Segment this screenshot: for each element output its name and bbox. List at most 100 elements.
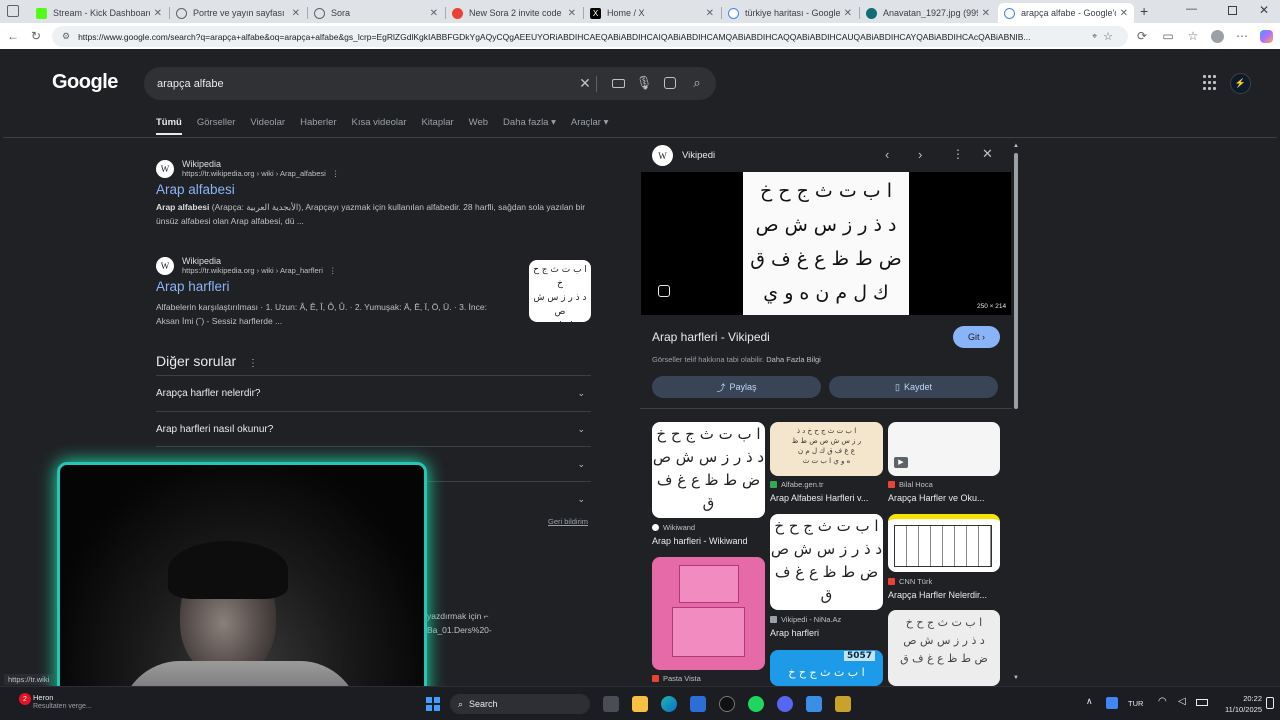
more-options-icon[interactable]: ⋮ bbox=[952, 147, 964, 161]
split-view-icon[interactable]: ▭ bbox=[1160, 28, 1176, 44]
related-title[interactable]: Arap harfleri - Wikiwand bbox=[652, 536, 765, 546]
paa-question[interactable]: Arapça harfler nelerdir? ⌄ bbox=[156, 375, 591, 410]
related-image-thumbnail[interactable]: ا ب ت ث ج ح خد ذ ر ز س ش صض ط ظ ع غ ف ق bbox=[888, 610, 1000, 686]
edge-icon[interactable] bbox=[661, 696, 677, 712]
tab-images[interactable]: Görseller bbox=[197, 117, 236, 135]
tab-news[interactable]: Haberler bbox=[300, 117, 336, 135]
related-title[interactable]: Arapça Harfler ve Oku... bbox=[888, 493, 1000, 503]
close-icon[interactable]: ✕ bbox=[154, 8, 162, 19]
result-url[interactable]: https://tr.wikipedia.org › wiki › Arap_h… bbox=[182, 266, 336, 275]
related-image-thumbnail[interactable] bbox=[888, 514, 1000, 572]
back-arrow-icon[interactable]: ← bbox=[5, 28, 21, 44]
next-arrow-icon[interactable]: › bbox=[918, 147, 922, 162]
prev-arrow-icon[interactable]: ‹ bbox=[885, 147, 889, 162]
related-image-thumbnail[interactable]: ▶ bbox=[888, 422, 1000, 476]
tab-web[interactable]: Web bbox=[469, 117, 488, 135]
related-image-thumbnail[interactable]: 5057 ا ب ت ث ج ح خ bbox=[770, 650, 883, 686]
tab-actions-icon[interactable] bbox=[7, 5, 19, 17]
related-image-thumbnail[interactable]: ا ب ت ث ج ح خد ذ ر ز س ش صض ط ظ ع غ ف قك… bbox=[770, 514, 883, 610]
obs-icon[interactable] bbox=[719, 696, 735, 712]
close-icon[interactable]: ✕ bbox=[982, 8, 990, 19]
more-options-icon[interactable]: ⋮ bbox=[248, 358, 258, 369]
panel-title[interactable]: Arap harfleri - Vikipedi bbox=[652, 330, 770, 344]
profile-icon[interactable] bbox=[1209, 28, 1225, 44]
avatar[interactable]: ⚡ bbox=[1230, 73, 1251, 94]
store-icon[interactable] bbox=[690, 696, 706, 712]
browser-tab-kick[interactable]: Stream - Kick Dashboard ✕ bbox=[30, 3, 168, 23]
share-button[interactable]: ⤴ Paylaş bbox=[652, 376, 821, 398]
browser-tab-portre[interactable]: Portre ve yayın sayfası ✕ bbox=[170, 3, 306, 23]
related-image-thumbnail[interactable]: ا ب ت ث ج ح خد ذ ر ز س ش صض ط ظ ع غ ف قك… bbox=[652, 422, 765, 518]
new-tab-button[interactable]: + bbox=[1140, 3, 1148, 19]
lens-search-icon[interactable] bbox=[658, 285, 670, 297]
related-title[interactable]: Arap Alfabesi Harfleri v... bbox=[770, 493, 883, 503]
result-title-link[interactable]: Arap alfabesi bbox=[156, 182, 596, 197]
browser-tab-x[interactable]: X Home / X ✕ bbox=[584, 3, 720, 23]
site-info-icon[interactable]: ⚙ bbox=[62, 31, 70, 42]
menu-dots-icon[interactable]: ⋯ bbox=[1234, 28, 1250, 44]
keyboard-icon[interactable] bbox=[610, 75, 626, 91]
search-icon[interactable]: ⌕ bbox=[689, 75, 705, 91]
tab-short-videos[interactable]: Kısa videolar bbox=[352, 117, 407, 135]
notification-icon[interactable] bbox=[1266, 697, 1274, 709]
close-icon[interactable]: ✕ bbox=[982, 146, 993, 162]
scrollbar[interactable]: ▲ ▼ bbox=[1013, 143, 1019, 683]
clock[interactable]: 20:22 11/10/2025 bbox=[1222, 693, 1262, 715]
result-url[interactable]: https://tr.wikipedia.org › wiki › Arap_a… bbox=[182, 169, 339, 178]
weather-widget[interactable]: 2 Heron Resultaten verge... bbox=[17, 693, 117, 717]
save-button[interactable]: ▯ Kaydet bbox=[829, 376, 998, 398]
taskbar-search-box[interactable]: ⌕ Search bbox=[450, 694, 590, 714]
close-icon[interactable]: ✕ bbox=[844, 8, 852, 19]
close-icon[interactable]: ✕ bbox=[706, 8, 714, 19]
app-icon[interactable] bbox=[835, 696, 851, 712]
restore-button[interactable] bbox=[1228, 6, 1237, 15]
close-window-button[interactable]: ✕ bbox=[1259, 3, 1269, 17]
windows-start-icon[interactable] bbox=[426, 697, 440, 711]
close-icon[interactable]: ✕ bbox=[430, 8, 438, 19]
browser-tab-anavatan[interactable]: Anavatan_1927.jpg (9999×... ✕ bbox=[860, 3, 996, 23]
tab-tools[interactable]: Araçlar ▾ bbox=[571, 117, 609, 135]
minimize-button[interactable]: — bbox=[1186, 3, 1197, 15]
bookmark-star-icon[interactable]: ☆ bbox=[1103, 30, 1113, 43]
close-icon[interactable]: ✕ bbox=[568, 8, 576, 19]
related-title[interactable]: Arapça Harfler Nelerdir... bbox=[888, 590, 1000, 600]
microphone-icon[interactable]: 🎙 bbox=[636, 75, 653, 91]
preview-image[interactable]: ا ب ت ث ج ح خ د ذ ر ز س ش ص ض ط ظ ع غ ف … bbox=[641, 172, 1011, 315]
tab-books[interactable]: Kitaplar bbox=[421, 117, 453, 135]
close-icon[interactable]: ✕ bbox=[1120, 8, 1128, 19]
go-button[interactable]: Git › bbox=[953, 326, 1000, 348]
favorites-icon[interactable]: ☆ bbox=[1185, 28, 1201, 44]
tab-more[interactable]: Daha fazla ▾ bbox=[503, 117, 556, 135]
lens-icon[interactable] bbox=[662, 75, 678, 91]
learn-more-link[interactable]: Daha Fazla Bilgi bbox=[766, 355, 821, 364]
browser-tab-sora[interactable]: Sora ✕ bbox=[308, 3, 444, 23]
close-icon[interactable]: ✕ bbox=[292, 8, 300, 19]
more-options-icon[interactable]: ⋮ bbox=[332, 169, 340, 178]
battery-icon[interactable] bbox=[1196, 699, 1208, 706]
browser-tab-turkiye[interactable]: türkiye haritası - Google'da... ✕ bbox=[722, 3, 858, 23]
related-title[interactable]: Arap harfleri bbox=[770, 628, 883, 638]
browser-tab-arapca-active[interactable]: arapça alfabe - Google'da A... ✕ bbox=[998, 3, 1134, 23]
location-icon[interactable]: ⌖ bbox=[1092, 31, 1097, 42]
browser-tab-sora-invite[interactable]: New Sora 2 invite code m... ✕ bbox=[446, 3, 582, 23]
reload-icon[interactable]: ↻ bbox=[28, 28, 44, 44]
language-indicator[interactable]: TUR bbox=[1128, 699, 1143, 708]
result-thumbnail[interactable]: ا ب ت ث ج ح خد ذ ر ز س ش صض ط ظ ع غ ف قك… bbox=[529, 260, 591, 322]
google-logo[interactable]: Google bbox=[52, 71, 118, 94]
tray-overflow-icon[interactable]: ∧ bbox=[1086, 696, 1093, 707]
panel-source-name[interactable]: Vikipedi bbox=[682, 150, 715, 161]
apps-grid-icon[interactable] bbox=[1203, 75, 1219, 91]
extensions-icon[interactable]: ⟳ bbox=[1134, 28, 1150, 44]
tab-videos[interactable]: Videolar bbox=[250, 117, 285, 135]
tab-all[interactable]: Tümü bbox=[156, 117, 182, 135]
feedback-link[interactable]: Geri bildirim bbox=[548, 517, 588, 526]
copilot-icon[interactable] bbox=[1258, 28, 1274, 44]
paa-question[interactable]: Arap harfleri nasıl okunur? ⌄ bbox=[156, 411, 591, 446]
wifi-icon[interactable]: ◠ bbox=[1158, 696, 1167, 707]
more-options-icon[interactable]: ⋮ bbox=[329, 266, 337, 275]
discord-icon[interactable] bbox=[777, 696, 793, 712]
clear-icon[interactable]: ✕ bbox=[577, 75, 593, 91]
result-title-link[interactable]: Arap harfleri bbox=[156, 279, 501, 294]
address-bar[interactable]: ⚙ https://www.google.com/search?q=arapça… bbox=[52, 26, 1128, 47]
related-image-thumbnail[interactable]: ا ب ت ث ج ح خ د ذر ز س ش ص ض ط ظع غ ف ق … bbox=[770, 422, 883, 476]
